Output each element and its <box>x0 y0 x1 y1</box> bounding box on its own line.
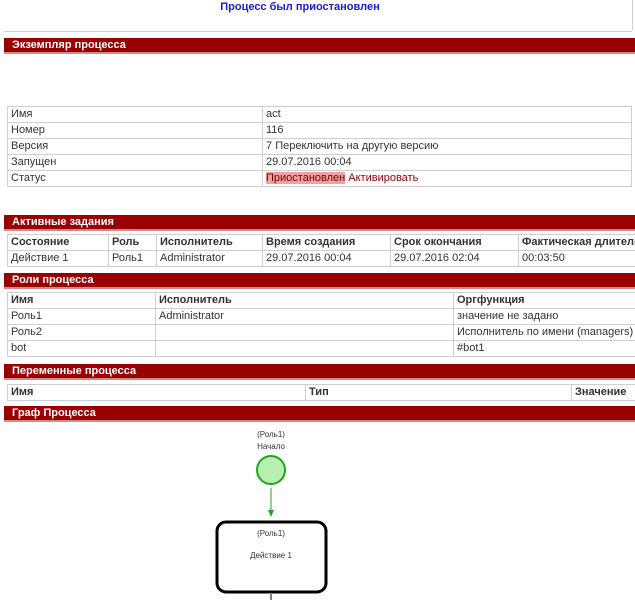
column-header: Имя <box>7 292 156 309</box>
table-row: Роль2 Исполнитель по имени (managers) <box>7 324 635 341</box>
table-cell: Роль1 <box>7 308 156 325</box>
start-event-node[interactable] <box>256 455 286 485</box>
table-cell: Исполнитель по имени (managers) <box>453 324 635 341</box>
table-row: Номер 116 <box>7 122 632 139</box>
graph-canvas: (Роль1) Действие 1 <box>215 455 328 600</box>
table-cell: значение не задано <box>453 308 635 325</box>
section-header-roles: Роли процесса <box>4 273 635 289</box>
process-graph: (Роль1) Начало (Роль1) Действие 1 <box>200 428 400 600</box>
variables-table: Имя Тип Значение <box>7 384 635 401</box>
column-header: Фактическая длительность <box>518 234 635 251</box>
section-header-variables: Переменные процесса <box>4 364 635 380</box>
active-tasks-table: Состояние Роль Исполнитель Время создани… <box>7 234 635 267</box>
table-cell: 29.07.2016 00:04 <box>262 250 391 267</box>
table-cell: Роль1 <box>108 250 157 267</box>
table-row: Запущен 29.07.2016 00:04 <box>7 154 632 171</box>
status-badge: Приостановлен <box>266 172 346 184</box>
table-row[interactable]: Действие 1 Роль1 Administrator 29.07.201… <box>7 250 635 267</box>
table-cell: 29.07.2016 02:04 <box>390 250 519 267</box>
table-header-row: Имя Тип Значение <box>7 384 635 401</box>
section-header-instance: Экземпляр процесса <box>4 38 635 54</box>
number-value: 116 <box>262 122 632 139</box>
section-header-graph: Граф Процесса <box>4 406 635 422</box>
table-row: Имя act <box>7 106 632 123</box>
task-name-label: Действие 1 <box>250 551 292 560</box>
table-row: bot #bot1 <box>7 340 635 357</box>
started-label: Запущен <box>7 154 263 171</box>
table-header-row: Имя Исполнитель Оргфункция <box>7 292 635 309</box>
table-cell: bot <box>7 340 156 357</box>
name-label: Имя <box>7 106 263 123</box>
column-header: Срок окончания <box>390 234 519 251</box>
table-cell <box>155 324 454 341</box>
column-header: Имя <box>7 384 306 401</box>
started-value: 29.07.2016 00:04 <box>262 154 632 171</box>
task-role-label: (Роль1) <box>257 529 285 538</box>
table-row: Статус Приостановлен Активировать <box>7 170 632 187</box>
name-value: act <box>262 106 632 123</box>
version-cell: 7 Переключить на другую версию <box>262 138 632 155</box>
column-header: Время создания <box>262 234 391 251</box>
table-row: Версия 7 Переключить на другую версию <box>7 138 632 155</box>
column-header: Значение <box>571 384 635 401</box>
table-row: Роль1 Administrator значение не задано <box>7 308 635 325</box>
table-cell: Роль2 <box>7 324 156 341</box>
top-divider <box>4 31 632 32</box>
table-cell: Administrator <box>155 308 454 325</box>
table-cell: Administrator <box>156 250 263 267</box>
column-header: Тип <box>305 384 572 401</box>
task-state-link[interactable]: Действие 1 <box>7 250 109 267</box>
activate-link[interactable]: Активировать <box>348 172 418 184</box>
version-value: 7 <box>266 140 273 152</box>
column-header: Исполнитель <box>156 234 263 251</box>
right-divider <box>632 0 633 30</box>
column-header: Состояние <box>7 234 109 251</box>
table-cell <box>155 340 454 357</box>
column-header: Оргфункция <box>453 292 635 309</box>
table-cell: #bot1 <box>453 340 635 357</box>
version-label: Версия <box>7 138 263 155</box>
process-suspended-notice: Процесс был приостановлен <box>220 1 380 13</box>
switch-version-link[interactable]: Переключить на другую версию <box>275 140 438 152</box>
flow-arrow-head <box>268 510 274 517</box>
status-label: Статус <box>7 170 263 187</box>
column-header: Роль <box>108 234 157 251</box>
status-cell: Приостановлен Активировать <box>262 170 632 187</box>
table-header-row: Состояние Роль Исполнитель Время создани… <box>7 234 635 251</box>
table-cell: 00:03:50 <box>518 250 635 267</box>
instance-table: Имя act Номер 116 Версия 7 Переключить н… <box>7 106 632 187</box>
roles-table: Имя Исполнитель Оргфункция Роль1 Adminis… <box>7 292 635 357</box>
number-label: Номер <box>7 122 263 139</box>
column-header: Исполнитель <box>155 292 454 309</box>
section-header-active-tasks: Активные задания <box>4 215 635 231</box>
